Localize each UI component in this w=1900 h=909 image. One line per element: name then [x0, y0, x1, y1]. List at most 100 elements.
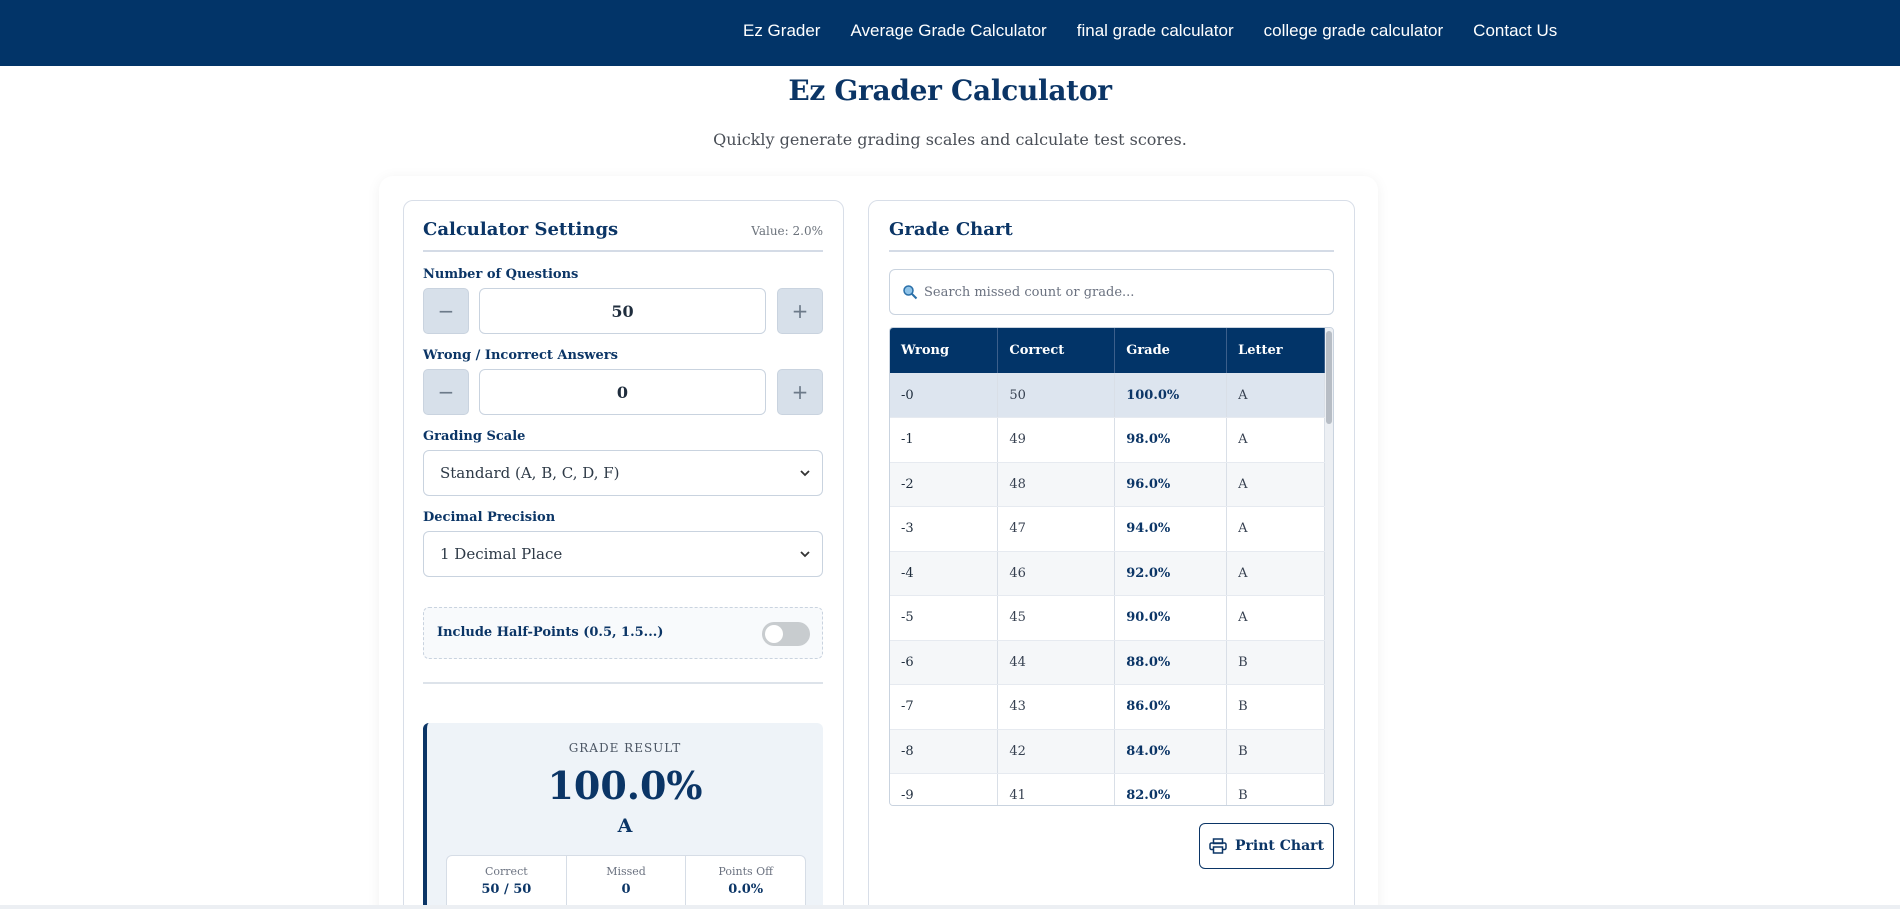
- cell-wrong: -0: [890, 373, 999, 418]
- cell-grade: 88.0%: [1114, 640, 1228, 685]
- cell-correct: 50: [997, 373, 1116, 418]
- grade-chart-title: Grade Chart: [889, 219, 1013, 240]
- search-placeholder: Search missed count or grade...: [924, 284, 1135, 300]
- stat-correct: Correct 50 / 50: [447, 856, 567, 909]
- questions-label: Number of Questions: [423, 267, 579, 282]
- result-stats: Correct 50 / 50 Missed 0 Points Off 0.0%: [446, 855, 806, 909]
- table-row[interactable]: -0 50 100.0% A: [890, 373, 1325, 418]
- cell-wrong: -3: [890, 506, 999, 552]
- cell-letter: A: [1226, 506, 1325, 552]
- cell-wrong: -4: [890, 551, 999, 596]
- table-header-row: Wrong Correct Grade Letter: [890, 328, 1325, 373]
- stat-missed-label: Missed: [606, 865, 646, 878]
- stat-missed-value: 0: [621, 882, 631, 897]
- grading-scale-label: Grading Scale: [423, 429, 526, 444]
- printer-icon: [1209, 838, 1227, 854]
- cell-correct: 48: [997, 462, 1116, 507]
- stat-missed: Missed 0: [567, 856, 687, 909]
- cell-grade: 90.0%: [1114, 595, 1228, 641]
- grade-chart-title-rule: [889, 250, 1334, 252]
- cell-wrong: -2: [890, 462, 999, 507]
- page-bottom-edge: [0, 905, 1900, 909]
- table-row[interactable]: -9 41 82.0% B: [890, 773, 1325, 805]
- settings-divider: [423, 682, 823, 684]
- cell-grade: 94.0%: [1114, 506, 1228, 552]
- cell-correct: 45: [997, 595, 1116, 641]
- cell-letter: A: [1226, 595, 1325, 641]
- decimal-precision-label: Decimal Precision: [423, 510, 556, 525]
- settings-title: Calculator Settings: [423, 219, 619, 240]
- wrong-answers-input[interactable]: [479, 369, 766, 415]
- cell-correct: 42: [997, 729, 1116, 774]
- grade-result-letter: A: [617, 815, 633, 837]
- table-row[interactable]: -2 48 96.0% A: [890, 462, 1325, 507]
- cell-letter: A: [1226, 417, 1325, 463]
- stat-correct-value: 50 / 50: [481, 882, 532, 897]
- column-header-grade[interactable]: Grade: [1114, 328, 1228, 373]
- column-header-correct[interactable]: Correct: [997, 328, 1116, 373]
- grade-result-value: 100.0%: [547, 763, 703, 808]
- table-row[interactable]: -3 47 94.0% A: [890, 506, 1325, 552]
- cell-correct: 44: [997, 640, 1116, 685]
- cell-wrong: -7: [890, 684, 999, 730]
- grade-table-container: Wrong Correct Grade Letter -0 50 100.0% A -…: [889, 327, 1334, 806]
- table-row[interactable]: -6 44 88.0% B: [890, 640, 1325, 685]
- cell-correct: 46: [997, 551, 1116, 596]
- cell-correct: 47: [997, 506, 1116, 552]
- grading-scale-select[interactable]: Standard (A, B, C, D, F): [423, 450, 823, 496]
- wrong-increment-button[interactable]: +: [777, 369, 823, 415]
- print-chart-button[interactable]: Print Chart: [1199, 823, 1334, 869]
- table-row[interactable]: -5 45 90.0% A: [890, 595, 1325, 641]
- cell-letter: B: [1226, 729, 1325, 774]
- cell-letter: B: [1226, 684, 1325, 730]
- cell-wrong: -5: [890, 595, 999, 641]
- stat-points-off-value: 0.0%: [728, 882, 764, 897]
- stat-points-off: Points Off 0.0%: [686, 856, 805, 909]
- questions-decrement-button[interactable]: −: [423, 288, 469, 334]
- chevron-down-icon: [800, 470, 810, 477]
- nav-link-final-grade-calculator[interactable]: final grade calculator: [1077, 21, 1234, 41]
- nav-link-ez-grader[interactable]: Ez Grader: [743, 21, 820, 41]
- cell-wrong: -6: [890, 640, 999, 685]
- column-header-letter[interactable]: Letter: [1226, 328, 1325, 373]
- scrollbar-thumb[interactable]: [1326, 331, 1332, 424]
- questions-input[interactable]: [479, 288, 766, 334]
- nav-link-contact-us[interactable]: Contact Us: [1473, 21, 1557, 41]
- cell-grade: 100.0%: [1114, 373, 1228, 418]
- cell-grade: 86.0%: [1114, 684, 1228, 730]
- table-row[interactable]: -4 46 92.0% A: [890, 551, 1325, 596]
- cell-grade: 98.0%: [1114, 417, 1228, 463]
- cell-correct: 41: [997, 773, 1116, 805]
- stat-points-off-label: Points Off: [718, 865, 773, 878]
- value-tag: Value: 2.0%: [751, 224, 823, 238]
- grade-result-label: GRADE RESULT: [568, 741, 682, 755]
- cell-letter: B: [1226, 773, 1325, 805]
- table-scrollbar[interactable]: [1325, 328, 1333, 805]
- chevron-down-icon: [800, 551, 810, 558]
- toggle-knob: [765, 625, 783, 643]
- cell-grade: 82.0%: [1114, 773, 1228, 805]
- cell-grade: 92.0%: [1114, 551, 1228, 596]
- cell-letter: A: [1226, 373, 1325, 418]
- grade-table: Wrong Correct Grade Letter -0 50 100.0% A -…: [890, 328, 1325, 805]
- questions-increment-button[interactable]: +: [777, 288, 823, 334]
- cell-letter: A: [1226, 462, 1325, 507]
- nav-link-average-grade-calculator[interactable]: Average Grade Calculator: [850, 21, 1046, 41]
- cell-letter: A: [1226, 551, 1325, 596]
- table-row[interactable]: -7 43 86.0% B: [890, 684, 1325, 730]
- cell-letter: B: [1226, 640, 1325, 685]
- cell-grade: 84.0%: [1114, 729, 1228, 774]
- column-header-wrong[interactable]: Wrong: [890, 328, 999, 373]
- table-row[interactable]: -1 49 98.0% A: [890, 417, 1325, 463]
- page-title: Ez Grader Calculator: [788, 74, 1112, 107]
- half-points-label: Include Half-Points (0.5, 1.5...): [437, 625, 664, 640]
- half-points-toggle[interactable]: [762, 622, 810, 646]
- table-row[interactable]: -8 42 84.0% B: [890, 729, 1325, 774]
- wrong-decrement-button[interactable]: −: [423, 369, 469, 415]
- decimal-precision-select[interactable]: 1 Decimal Place: [423, 531, 823, 577]
- wrong-answers-label: Wrong / Incorrect Answers: [423, 348, 618, 363]
- grade-chart-search[interactable]: Search missed count or grade...: [889, 269, 1334, 315]
- cell-correct: 49: [997, 417, 1116, 463]
- nav-link-college-grade-calculator[interactable]: college grade calculator: [1264, 21, 1444, 41]
- grade-result-panel: GRADE RESULT 100.0% A Correct 50 / 50 Mi…: [423, 723, 823, 909]
